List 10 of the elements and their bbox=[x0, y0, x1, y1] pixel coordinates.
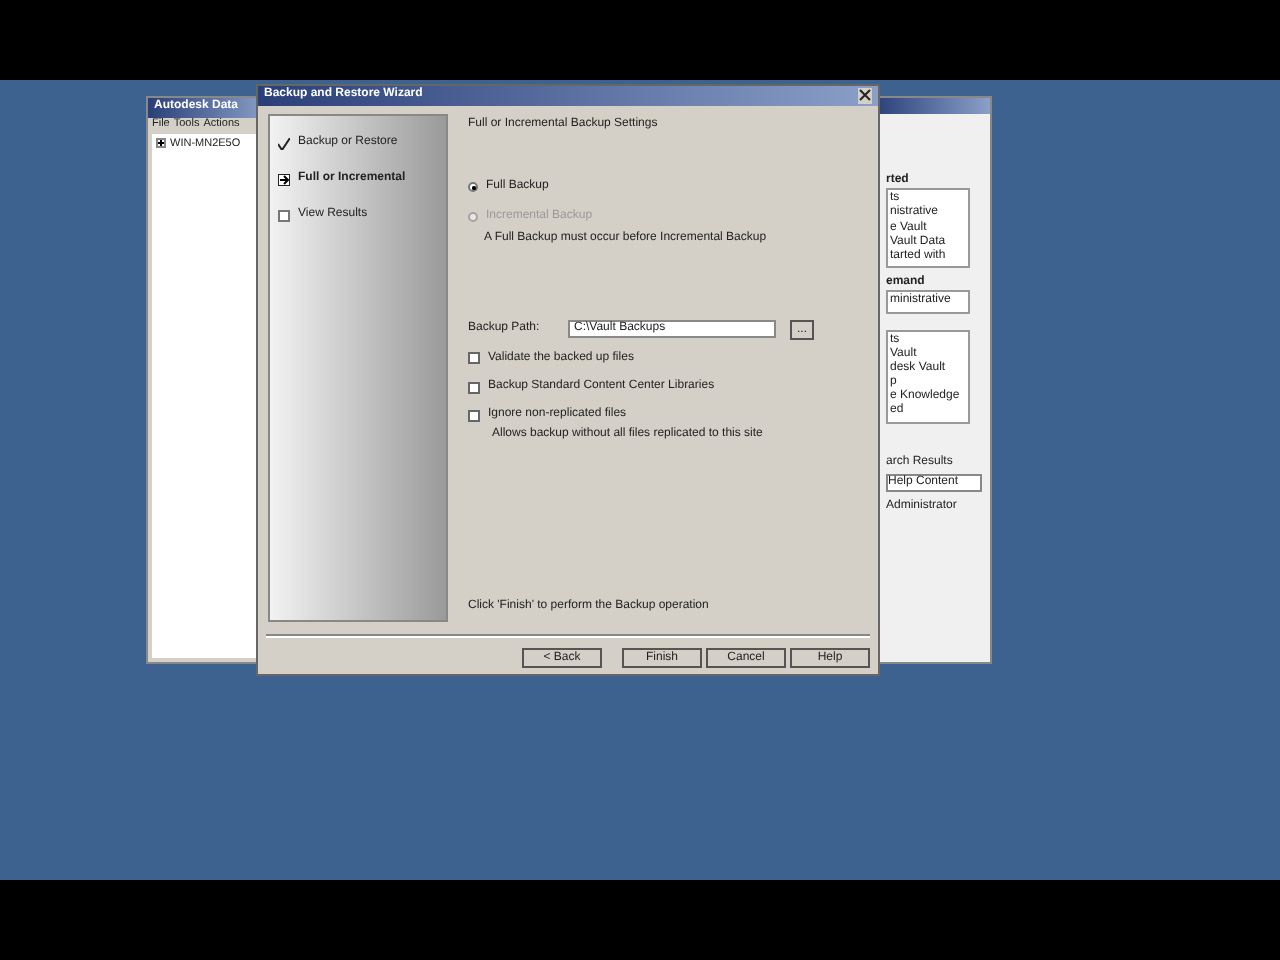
window-title-bar bbox=[874, 98, 990, 114]
checkmark-icon bbox=[278, 137, 290, 150]
checkbox[interactable] bbox=[468, 409, 480, 422]
expander-icon[interactable] bbox=[156, 138, 166, 149]
radio-button[interactable] bbox=[468, 182, 478, 193]
arrow-icon bbox=[278, 173, 290, 186]
box-icon bbox=[278, 209, 290, 222]
checkbox[interactable] bbox=[468, 381, 480, 394]
checkbox[interactable] bbox=[468, 352, 480, 365]
close-icon[interactable] bbox=[858, 88, 872, 104]
